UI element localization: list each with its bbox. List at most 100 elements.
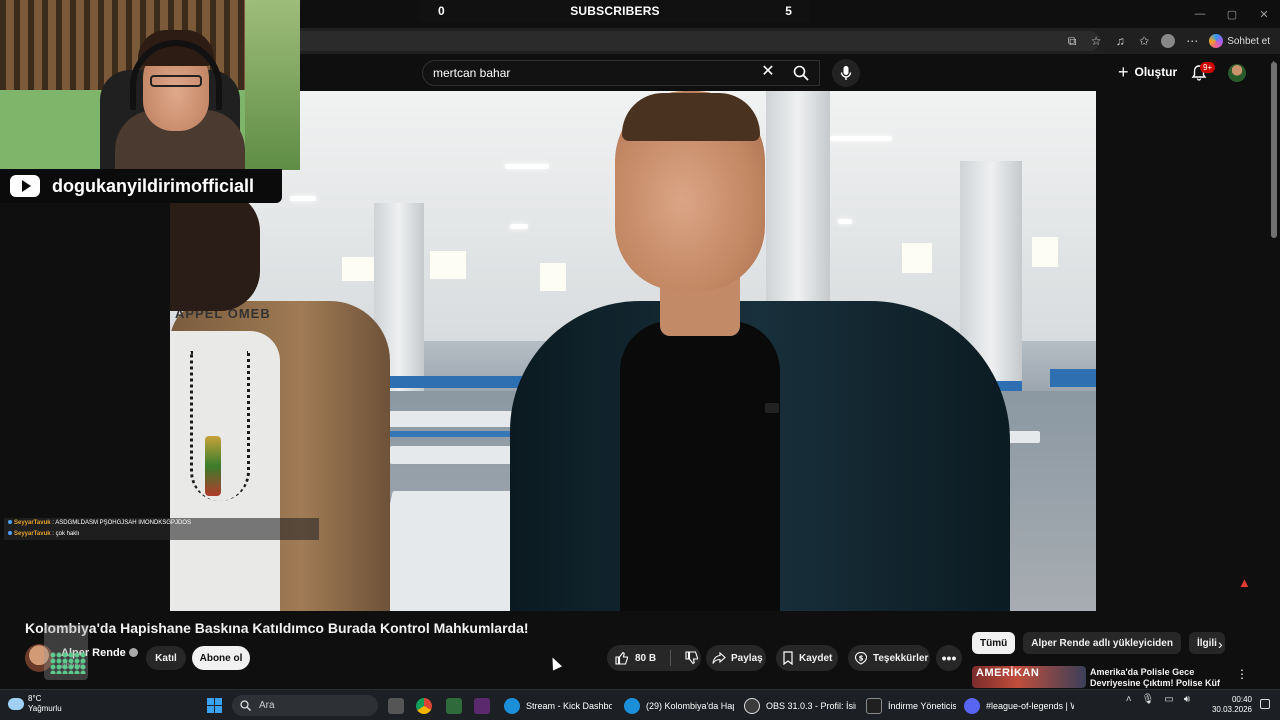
maximize-button[interactable]: ▢ — [1216, 0, 1248, 28]
bookmark-icon — [783, 651, 793, 665]
wall-window — [902, 243, 932, 273]
create-button[interactable]: + Oluştur — [1118, 63, 1177, 81]
like-count[interactable]: 80 B — [635, 653, 656, 664]
scrollbar-thumb[interactable] — [1271, 62, 1277, 238]
subscriber-label: SUBSCRIBERS — [570, 4, 660, 18]
super-thanks-icon: $ — [854, 651, 868, 665]
browser-toolbar: ⧉ ☆ ♫ ✩ ⋯ Sohbet et — [300, 28, 1280, 54]
lavalier-microphone — [765, 403, 779, 413]
weather-widget[interactable]: 8°C Yağmurlu — [8, 694, 62, 714]
notification-center-icon[interactable] — [1260, 699, 1270, 709]
plant — [245, 0, 300, 170]
taskbar-app-label: İndirme Yöneticisi — [888, 700, 956, 711]
person-left-head — [170, 191, 260, 311]
platform-dot-icon — [8, 520, 12, 525]
toolbar-icons: ⧉ ☆ ♫ ✩ ⋯ Sohbet et — [1065, 28, 1270, 54]
ceiling-light — [505, 164, 549, 169]
extensions-icon[interactable]: ♫ — [1113, 34, 1127, 48]
voice-search-button[interactable] — [832, 59, 860, 87]
clock-time: 00:40 — [1231, 695, 1252, 704]
subscriber-right-value: 5 — [785, 4, 792, 18]
glasses — [150, 75, 202, 87]
system-tray: ˄ 🎙︎ ▭ 🔊︎ — [1126, 694, 1190, 705]
chevron-right-icon[interactable]: › — [1218, 636, 1223, 652]
search-value: mertcan bahar — [433, 66, 511, 80]
chat-text: ASDGMLDASM PŞOHGJSAH IMONDKSGPJDOS — [55, 520, 191, 526]
chip-from-uploader[interactable]: Alper Rende adlı yükleyiciden — [1023, 632, 1181, 654]
dislike-icon[interactable] — [685, 651, 699, 665]
ceiling-light — [510, 224, 528, 229]
favorites-icon[interactable]: ✩ — [1137, 34, 1151, 48]
cafeteria-bench — [390, 431, 530, 437]
screen: 0 SUBSCRIBERS 5 — ▢ ✕ ⧉ ☆ ♫ ✩ ⋯ Sohbet e… — [0, 0, 1280, 720]
taskbar-search-placeholder: Ara — [259, 700, 275, 711]
tray-overflow-icon[interactable]: ˄ — [1126, 694, 1132, 705]
clock[interactable]: 00:40 30.03.2026 — [1212, 695, 1252, 715]
favorite-star-icon[interactable]: ☆ — [1089, 34, 1103, 48]
clear-search-icon[interactable]: ✕ — [760, 64, 776, 80]
network-icon[interactable]: ▭ — [1164, 694, 1173, 705]
app-icon[interactable] — [446, 695, 462, 716]
taskbar-app-label: OBS 31.0.3 - Profil: İsims — [766, 700, 856, 711]
profile-avatar[interactable] — [1161, 34, 1176, 48]
save-button[interactable]: Kaydet — [776, 645, 838, 671]
share-button[interactable]: Paylaş — [706, 645, 766, 671]
join-button[interactable]: Katıl — [146, 646, 186, 670]
taskbar-app-label: #league-of-legends | W — [986, 700, 1074, 711]
subscribe-button[interactable]: Abone ol — [192, 646, 250, 670]
subscriber-left-value: 0 — [438, 4, 445, 18]
chat-username: SeyyarTavuk — [14, 531, 51, 537]
video-title: Kolombiya'da Hapishane Baskına Katıldımc… — [25, 620, 529, 636]
chrome-icon[interactable] — [416, 695, 432, 716]
recommended-thumbnail[interactable]: AMERİKAN — [972, 666, 1086, 688]
ceiling-light — [838, 219, 852, 224]
page-scrollbar[interactable] — [1270, 60, 1278, 700]
chip-all[interactable]: Tümü — [972, 632, 1016, 654]
close-window-button[interactable]: ✕ — [1248, 0, 1280, 28]
taskbar-app-discord[interactable]: #league-of-legends | W — [964, 695, 1074, 716]
app-icon[interactable] — [474, 695, 490, 716]
share-icon — [712, 651, 726, 664]
account-avatar[interactable] — [1228, 64, 1246, 82]
taskbar-app-download-manager[interactable]: İndirme Yöneticisi — [866, 695, 956, 716]
weather-temp: 8°C — [28, 694, 42, 703]
wall-window — [1032, 237, 1058, 267]
taskbar-app-obs[interactable]: OBS 31.0.3 - Profil: İsims — [744, 695, 856, 716]
obs-icon — [744, 697, 760, 714]
like-icon[interactable] — [615, 651, 629, 665]
subscriber-counter-bar: 0 SUBSCRIBERS 5 — [420, 0, 810, 22]
menu-dots-icon[interactable]: ⋯ — [1185, 34, 1199, 48]
minimize-button[interactable]: — — [1184, 0, 1216, 28]
chat-message: SeyyarTavuk : ASDGMLDASM PŞOHGJSAH IMOND… — [4, 518, 319, 529]
start-button[interactable] — [207, 698, 222, 713]
copilot-button[interactable]: Sohbet et — [1209, 34, 1270, 48]
taskbar-search[interactable]: Ara — [232, 695, 378, 716]
taskview-icon[interactable] — [388, 695, 404, 716]
windows-logo-icon — [207, 698, 214, 705]
streamer-channel-name: dogukanyildirimofficiall — [52, 175, 255, 196]
youtube-header: mertcan bahar ✕ + Oluştur 9+ — [300, 54, 1280, 92]
volume-icon[interactable]: 🔊︎ — [1184, 694, 1190, 705]
recommended-video[interactable]: AMERİKAN Amerika'da Polisle Gece Devriye… — [972, 666, 1262, 688]
more-actions-button[interactable]: ••• — [936, 645, 962, 671]
search-button[interactable] — [782, 60, 820, 86]
kebab-menu-icon[interactable]: ⋮ — [1236, 667, 1248, 681]
related-filter-chips: Tümü Alper Rende adlı yükleyiciden İlgil… — [972, 632, 1225, 654]
copilot-icon — [1209, 34, 1224, 48]
svg-text:$: $ — [859, 655, 864, 663]
clock-date: 30.03.2026 — [1211, 705, 1252, 714]
edge-icon — [624, 697, 640, 714]
taskbar-app-youtube[interactable]: (29) Kolombiya'da Hapis — [624, 695, 734, 716]
address-bar[interactable] — [300, 31, 1100, 51]
cafeteria-table — [370, 411, 520, 427]
recommended-title[interactable]: Amerika'da Polisle Gece Devriyesine Çıkt… — [1090, 667, 1240, 688]
streamer-channel-tag: dogukanyildirimofficiall — [0, 169, 282, 203]
search-icon — [793, 65, 809, 81]
taskbar-app-kick[interactable]: Stream - Kick Dashboard — [504, 695, 612, 716]
thanks-button[interactable]: $ Teşekkürler — [848, 645, 930, 671]
create-label: Oluştur — [1134, 65, 1178, 79]
like-divider — [670, 650, 672, 666]
microphone-tray-icon[interactable]: 🎙︎ — [1142, 694, 1155, 705]
split-screen-icon[interactable]: ⧉ — [1065, 34, 1079, 48]
necklace-pendant — [205, 436, 221, 496]
